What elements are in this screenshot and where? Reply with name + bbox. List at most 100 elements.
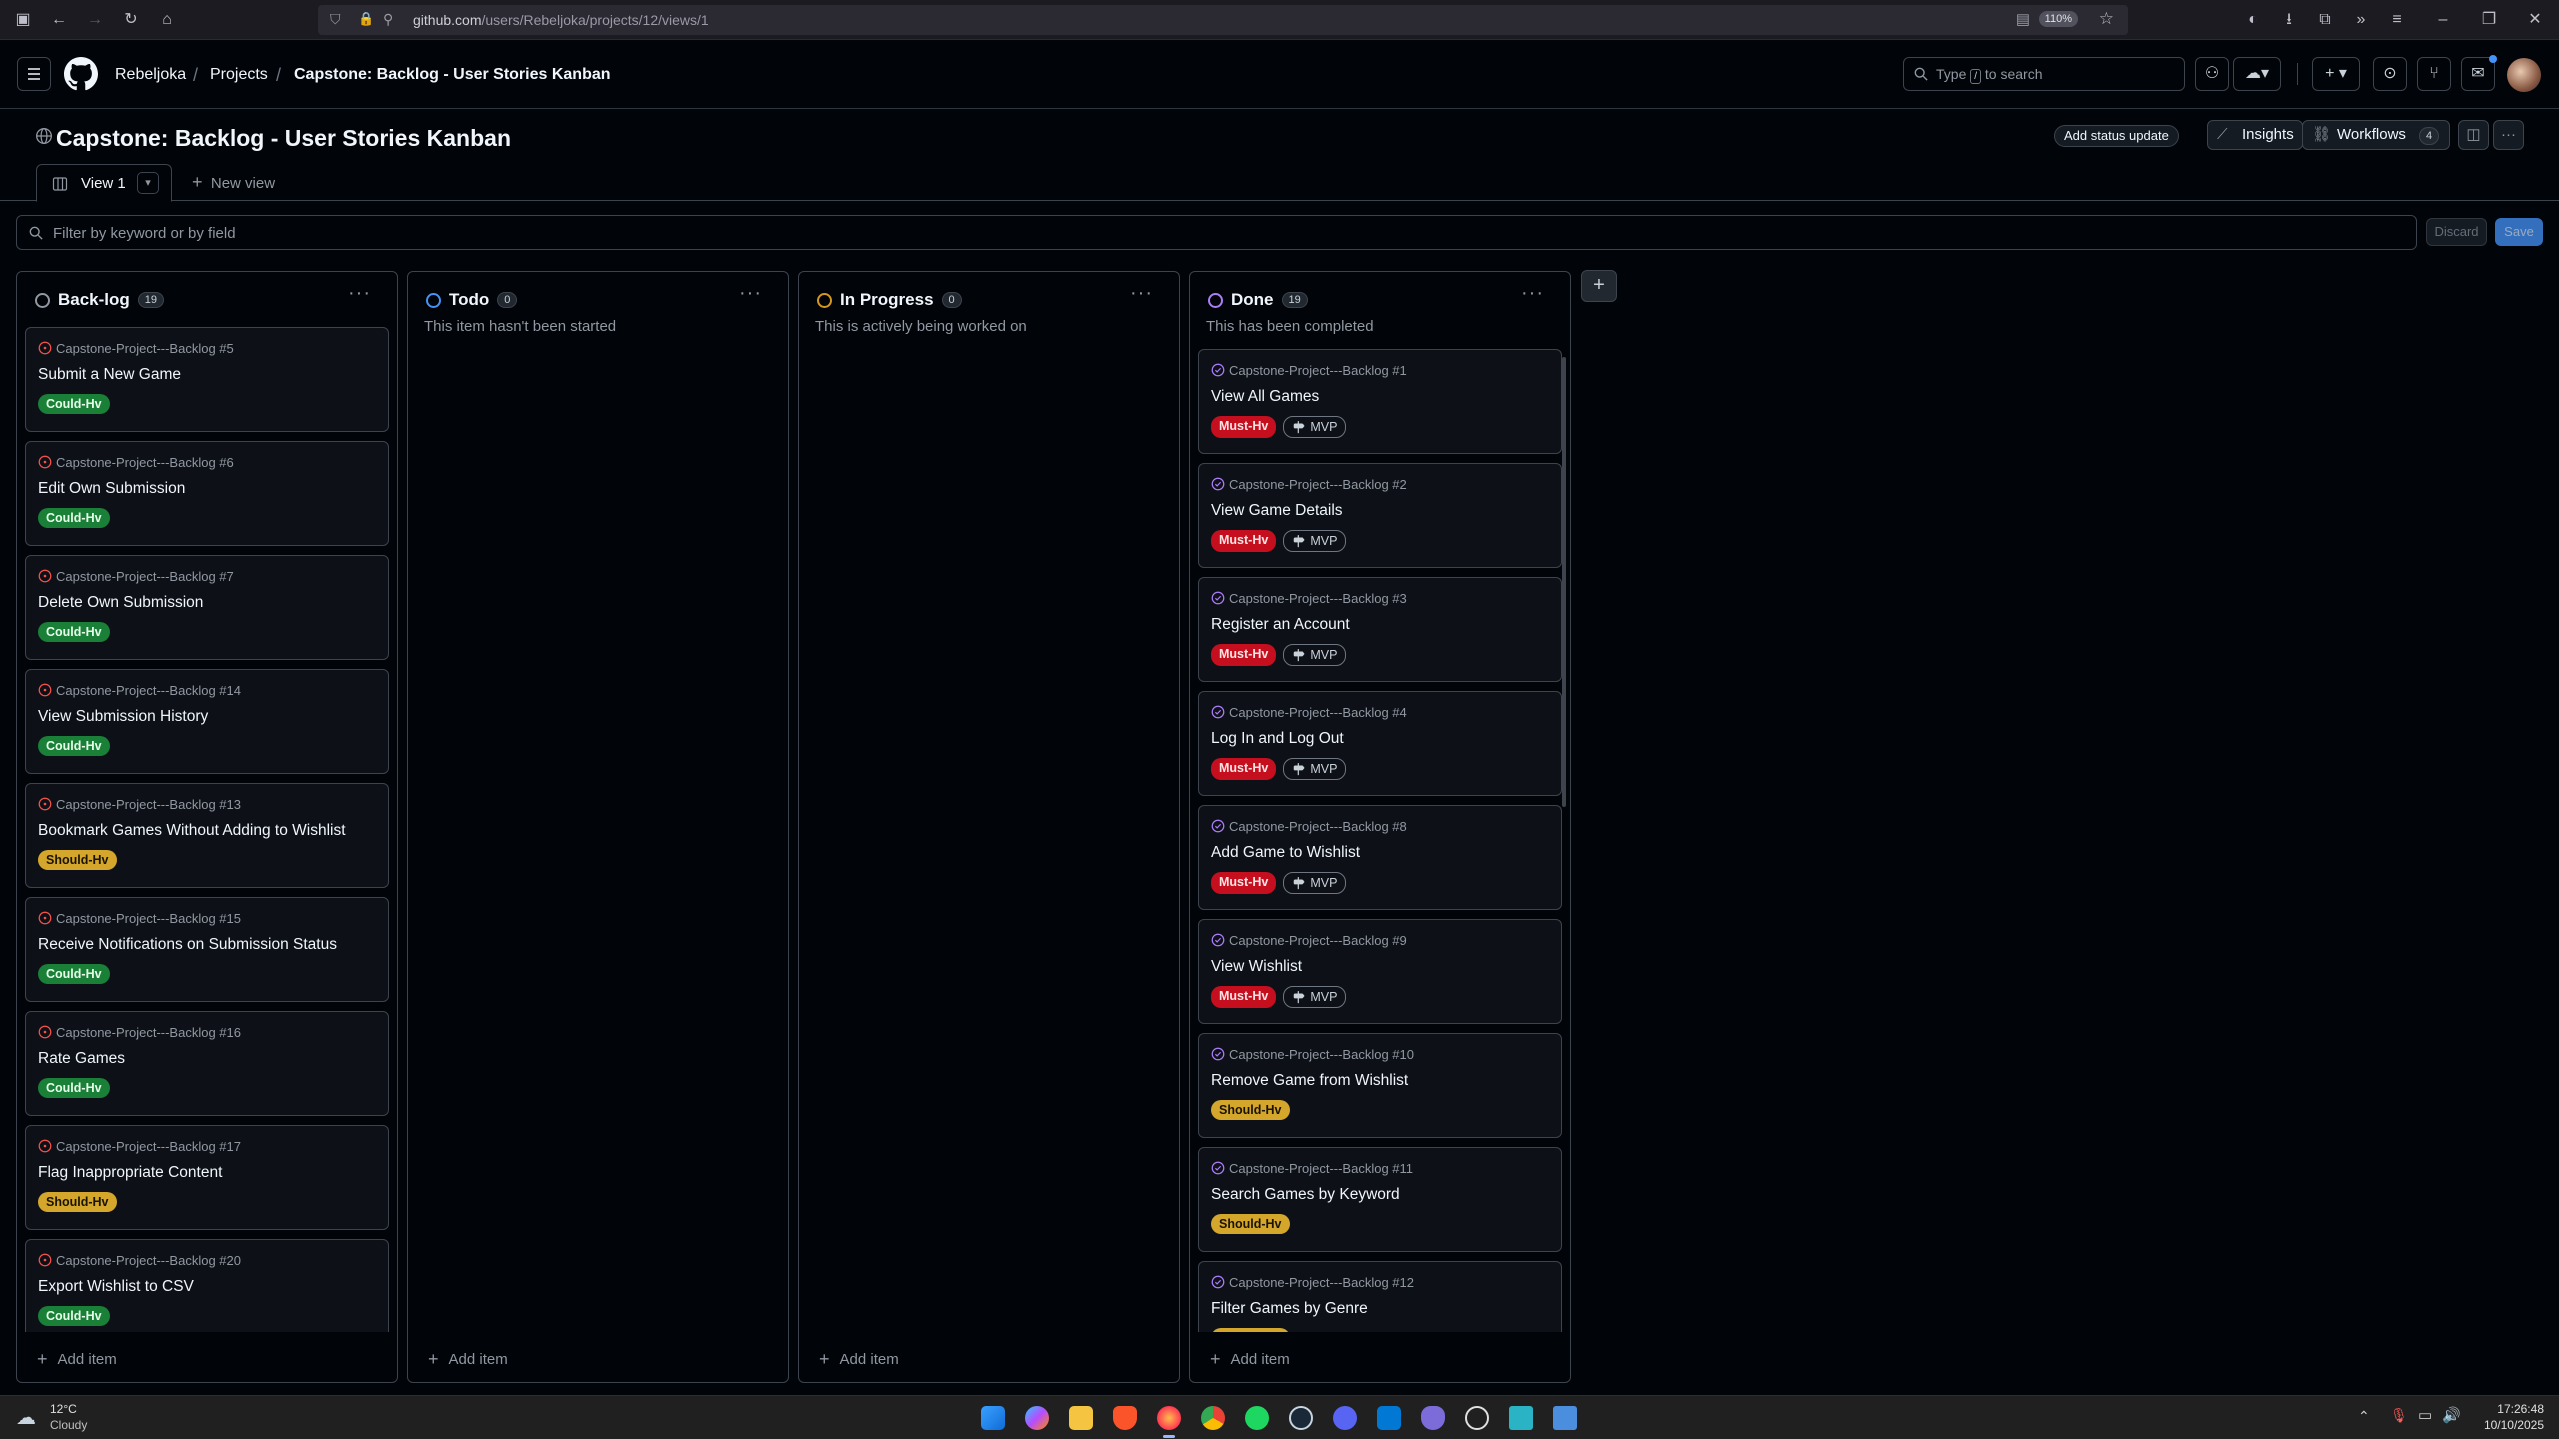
issue-card[interactable]: Capstone-Project---Backlog #11 Search Gam… bbox=[1198, 1147, 1562, 1252]
breadcrumb-project[interactable]: Capstone: Backlog - User Stories Kanban bbox=[294, 66, 611, 84]
chatgpt-icon[interactable] bbox=[1465, 1406, 1489, 1430]
notepad-icon[interactable] bbox=[1553, 1406, 1577, 1430]
issue-card[interactable]: Capstone-Project---Backlog #17 Flag Inapp… bbox=[25, 1125, 389, 1230]
priority-label[interactable]: Must-Hv bbox=[1211, 986, 1277, 1008]
save-button[interactable]: Save bbox=[2495, 218, 2543, 246]
project-menu-button[interactable]: ··· bbox=[2493, 120, 2524, 150]
column-menu-icon[interactable]: ··· bbox=[1521, 282, 1544, 305]
github-logo-icon[interactable] bbox=[64, 57, 98, 91]
priority-label[interactable]: Could-Hv bbox=[38, 736, 110, 756]
card-title[interactable]: Submit a New Game bbox=[38, 366, 376, 386]
window-close-icon[interactable]: ✕ bbox=[2522, 8, 2548, 32]
card-title[interactable]: Flag Inappropriate Content bbox=[38, 1164, 376, 1184]
add-item-button[interactable]: + Add item bbox=[1210, 1349, 1290, 1370]
priority-label[interactable]: Could-Hv bbox=[38, 508, 110, 528]
add-column-button[interactable]: + bbox=[1581, 270, 1617, 302]
menu-button[interactable] bbox=[17, 57, 51, 91]
breadcrumb-owner[interactable]: Rebeljoka bbox=[115, 66, 186, 84]
breadcrumb-projects[interactable]: Projects bbox=[210, 66, 268, 84]
chrome-icon[interactable] bbox=[1201, 1406, 1225, 1430]
column-menu-icon[interactable]: ··· bbox=[348, 282, 371, 305]
card-repo-ref[interactable]: Capstone-Project---Backlog #7 bbox=[38, 567, 376, 585]
milestone-badge[interactable]: MVP bbox=[1283, 758, 1347, 780]
pull-requests-button[interactable]: ⑂ bbox=[2417, 57, 2451, 91]
priority-label[interactable]: Must-Hv bbox=[1211, 530, 1277, 552]
discard-button[interactable]: Discard bbox=[2426, 218, 2487, 246]
milestone-badge[interactable]: MVP bbox=[1283, 872, 1347, 894]
milestone-badge[interactable]: MVP bbox=[1283, 530, 1347, 552]
back-icon[interactable]: ← bbox=[46, 8, 72, 32]
lock-icon[interactable]: 🔒 bbox=[358, 11, 374, 27]
forward-icon[interactable]: → bbox=[82, 8, 108, 32]
insights-button[interactable]: ⟋ Insights bbox=[2207, 120, 2303, 150]
card-title[interactable]: Log In and Log Out bbox=[1211, 730, 1549, 750]
issue-card[interactable]: Capstone-Project---Backlog #6 Edit Own Su… bbox=[25, 441, 389, 546]
issue-card[interactable]: Capstone-Project---Backlog #20 Export Wis… bbox=[25, 1239, 389, 1332]
card-repo-ref[interactable]: Capstone-Project---Backlog #4 bbox=[1211, 703, 1549, 721]
issue-card[interactable]: Capstone-Project---Backlog #1 View All Ga… bbox=[1198, 349, 1562, 454]
shield-icon[interactable]: ⛉ bbox=[330, 11, 341, 28]
card-title[interactable]: Bookmark Games Without Adding to Wishlis… bbox=[38, 822, 376, 842]
issue-card[interactable]: Capstone-Project---Backlog #4 Log In and … bbox=[1198, 691, 1562, 796]
side-panel-button[interactable]: ◫ bbox=[2458, 120, 2489, 150]
card-repo-ref[interactable]: Capstone-Project---Backlog #15 bbox=[38, 909, 376, 927]
file-explorer-icon[interactable] bbox=[1069, 1406, 1093, 1430]
card-repo-ref[interactable]: Capstone-Project---Backlog #3 bbox=[1211, 589, 1549, 607]
card-repo-ref[interactable]: Capstone-Project---Backlog #6 bbox=[38, 453, 376, 471]
milestone-badge[interactable]: MVP bbox=[1283, 416, 1347, 438]
vscode-icon[interactable] bbox=[1377, 1406, 1401, 1430]
issue-card[interactable]: Capstone-Project---Backlog #14 View Submi… bbox=[25, 669, 389, 774]
bookmark-star-icon[interactable]: ☆ bbox=[2099, 9, 2114, 29]
home-icon[interactable]: ⌂ bbox=[154, 8, 180, 32]
priority-label[interactable]: Should-Hv bbox=[38, 1192, 117, 1212]
card-title[interactable]: Export Wishlist to CSV bbox=[38, 1278, 376, 1298]
issue-card[interactable]: Capstone-Project---Backlog #16 Rate Games… bbox=[25, 1011, 389, 1116]
priority-label[interactable]: Could-Hv bbox=[38, 394, 110, 414]
priority-label[interactable]: Should-Hv bbox=[1211, 1328, 1290, 1332]
tab-view-1[interactable]: View 1 ▾ bbox=[36, 164, 172, 202]
permissions-icon[interactable]: ⚲ bbox=[383, 11, 393, 28]
card-repo-ref[interactable]: Capstone-Project---Backlog #8 bbox=[1211, 817, 1549, 835]
volume-icon[interactable]: 🔊 bbox=[2442, 1406, 2461, 1424]
issue-card[interactable]: Capstone-Project---Backlog #8 Add Game to… bbox=[1198, 805, 1562, 910]
firefox-icon[interactable] bbox=[1157, 1406, 1181, 1430]
issue-card[interactable]: Capstone-Project---Backlog #15 Receive No… bbox=[25, 897, 389, 1002]
copilot-app-icon[interactable] bbox=[1025, 1406, 1049, 1430]
app-icon[interactable] bbox=[1509, 1406, 1533, 1430]
sidebar-toggle-icon[interactable]: ▣ bbox=[10, 8, 36, 32]
microphone-icon[interactable]: 🎙 bbox=[2390, 1407, 2408, 1424]
priority-label[interactable]: Could-Hv bbox=[38, 1306, 110, 1326]
url-bar[interactable]: ⛉ 🔒 ⚲ github.com/users/Rebeljoka/project… bbox=[318, 5, 2128, 35]
extension-icon[interactable]: ◐ bbox=[2240, 8, 2266, 32]
card-repo-ref[interactable]: Capstone-Project---Backlog #9 bbox=[1211, 931, 1549, 949]
priority-label[interactable]: Could-Hv bbox=[38, 964, 110, 984]
column-scrollbar[interactable] bbox=[1562, 357, 1566, 807]
issue-card[interactable]: Capstone-Project---Backlog #13 Bookmark G… bbox=[25, 783, 389, 888]
issue-card[interactable]: Capstone-Project---Backlog #12 Filter Gam… bbox=[1198, 1261, 1562, 1332]
priority-label[interactable]: Must-Hv bbox=[1211, 644, 1277, 666]
view-options-dropdown-icon[interactable]: ▾ bbox=[137, 172, 159, 194]
windows-start-icon[interactable] bbox=[981, 1406, 1005, 1430]
reload-icon[interactable]: ↻ bbox=[118, 8, 144, 32]
card-repo-ref[interactable]: Capstone-Project---Backlog #17 bbox=[38, 1137, 376, 1155]
milestone-badge[interactable]: MVP bbox=[1283, 986, 1347, 1008]
avatar[interactable] bbox=[2507, 58, 2541, 92]
milestone-badge[interactable]: MVP bbox=[1283, 644, 1347, 666]
add-item-button[interactable]: + Add item bbox=[428, 1349, 508, 1370]
priority-label[interactable]: Should-Hv bbox=[38, 850, 117, 870]
priority-label[interactable]: Could-Hv bbox=[38, 622, 110, 642]
create-new-button[interactable]: + ▾ bbox=[2312, 57, 2360, 91]
priority-label[interactable]: Must-Hv bbox=[1211, 416, 1277, 438]
copilot-menu-button[interactable]: ☁▾ bbox=[2233, 57, 2281, 91]
card-title[interactable]: View All Games bbox=[1211, 388, 1549, 408]
issue-card[interactable]: Capstone-Project---Backlog #9 View Wishli… bbox=[1198, 919, 1562, 1024]
card-title[interactable]: View Wishlist bbox=[1211, 958, 1549, 978]
card-title[interactable]: Search Games by Keyword bbox=[1211, 1186, 1549, 1206]
card-repo-ref[interactable]: Capstone-Project---Backlog #10 bbox=[1211, 1045, 1549, 1063]
card-repo-ref[interactable]: Capstone-Project---Backlog #1 bbox=[1211, 361, 1549, 379]
card-title[interactable]: Filter Games by Genre bbox=[1211, 1300, 1549, 1320]
overflow-chevrons-icon[interactable]: » bbox=[2348, 8, 2374, 32]
card-title[interactable]: View Game Details bbox=[1211, 502, 1549, 522]
copilot-button[interactable]: ⚇ bbox=[2195, 57, 2229, 91]
reader-view-icon[interactable]: ▤ bbox=[2016, 10, 2030, 28]
